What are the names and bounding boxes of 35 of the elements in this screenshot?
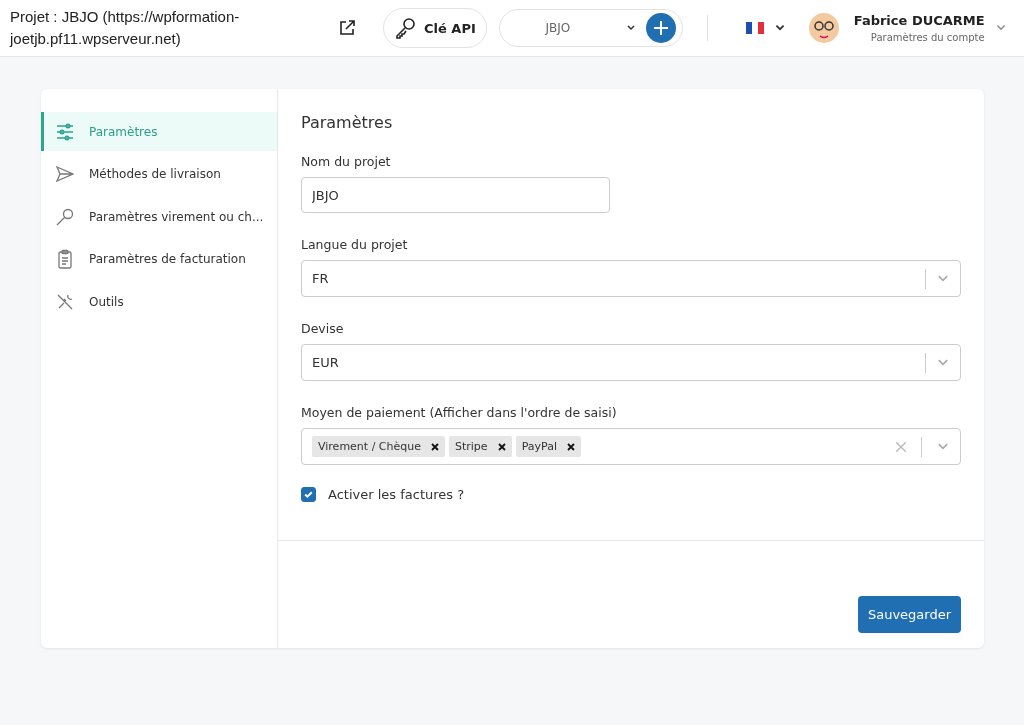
save-button[interactable]: Sauvegarder: [857, 596, 961, 633]
checkbox[interactable]: [301, 487, 316, 502]
chevron-down-icon: [625, 23, 636, 33]
sidebar-item[interactable]: Outils: [41, 282, 277, 321]
payment-method-select[interactable]: Virement / Chèque Stripe PayPal: [301, 428, 961, 465]
checkbox-label: Activer les factures ?: [328, 487, 465, 502]
sidebar-item[interactable]: Paramètres virement ou ch...: [41, 197, 277, 236]
user-name: Fabrice DUCARME: [853, 13, 985, 28]
checkmark-icon: [303, 489, 314, 500]
payment-tag: Stripe: [449, 436, 512, 457]
external-link-icon[interactable]: [338, 19, 356, 37]
payment-tag: Virement / Chèque: [312, 436, 445, 457]
sidebar-item[interactable]: Paramètres de facturation: [41, 239, 277, 279]
flag-icon[interactable]: [745, 22, 764, 34]
field-label: Langue du projet: [301, 237, 409, 253]
section-title: Paramètres: [301, 113, 394, 132]
currency-select[interactable]: EUR: [301, 344, 961, 381]
field-label: Moyen de paiement (Afficher dans l'ordre de saisi): [301, 405, 618, 421]
field-label: Nom du projet: [301, 154, 392, 170]
field-label: Devise: [301, 321, 345, 337]
api-key-button[interactable]: Clé API: [383, 8, 487, 48]
avatar-icon: [807, 12, 840, 44]
clipboard-icon: [55, 249, 75, 269]
add-icon[interactable]: [645, 13, 676, 43]
remove-icon[interactable]: [566, 442, 575, 451]
payment-tag: PayPal: [515, 436, 581, 457]
remove-icon[interactable]: [497, 442, 506, 451]
remove-icon[interactable]: [431, 442, 439, 451]
language-select[interactable]: FR: [301, 260, 961, 297]
account-settings-link[interactable]: Paramètres du compte: [853, 32, 985, 43]
project-title: Projet : JBJO (https://wpformation-joetjb.pf11.wpserveur.net): [10, 7, 241, 49]
project-name-field[interactable]: JBJO: [301, 177, 610, 213]
sliders-icon: [55, 121, 75, 142]
send-icon: [55, 164, 75, 184]
sidebar-item[interactable]: Méthodes de livraison: [41, 154, 277, 194]
